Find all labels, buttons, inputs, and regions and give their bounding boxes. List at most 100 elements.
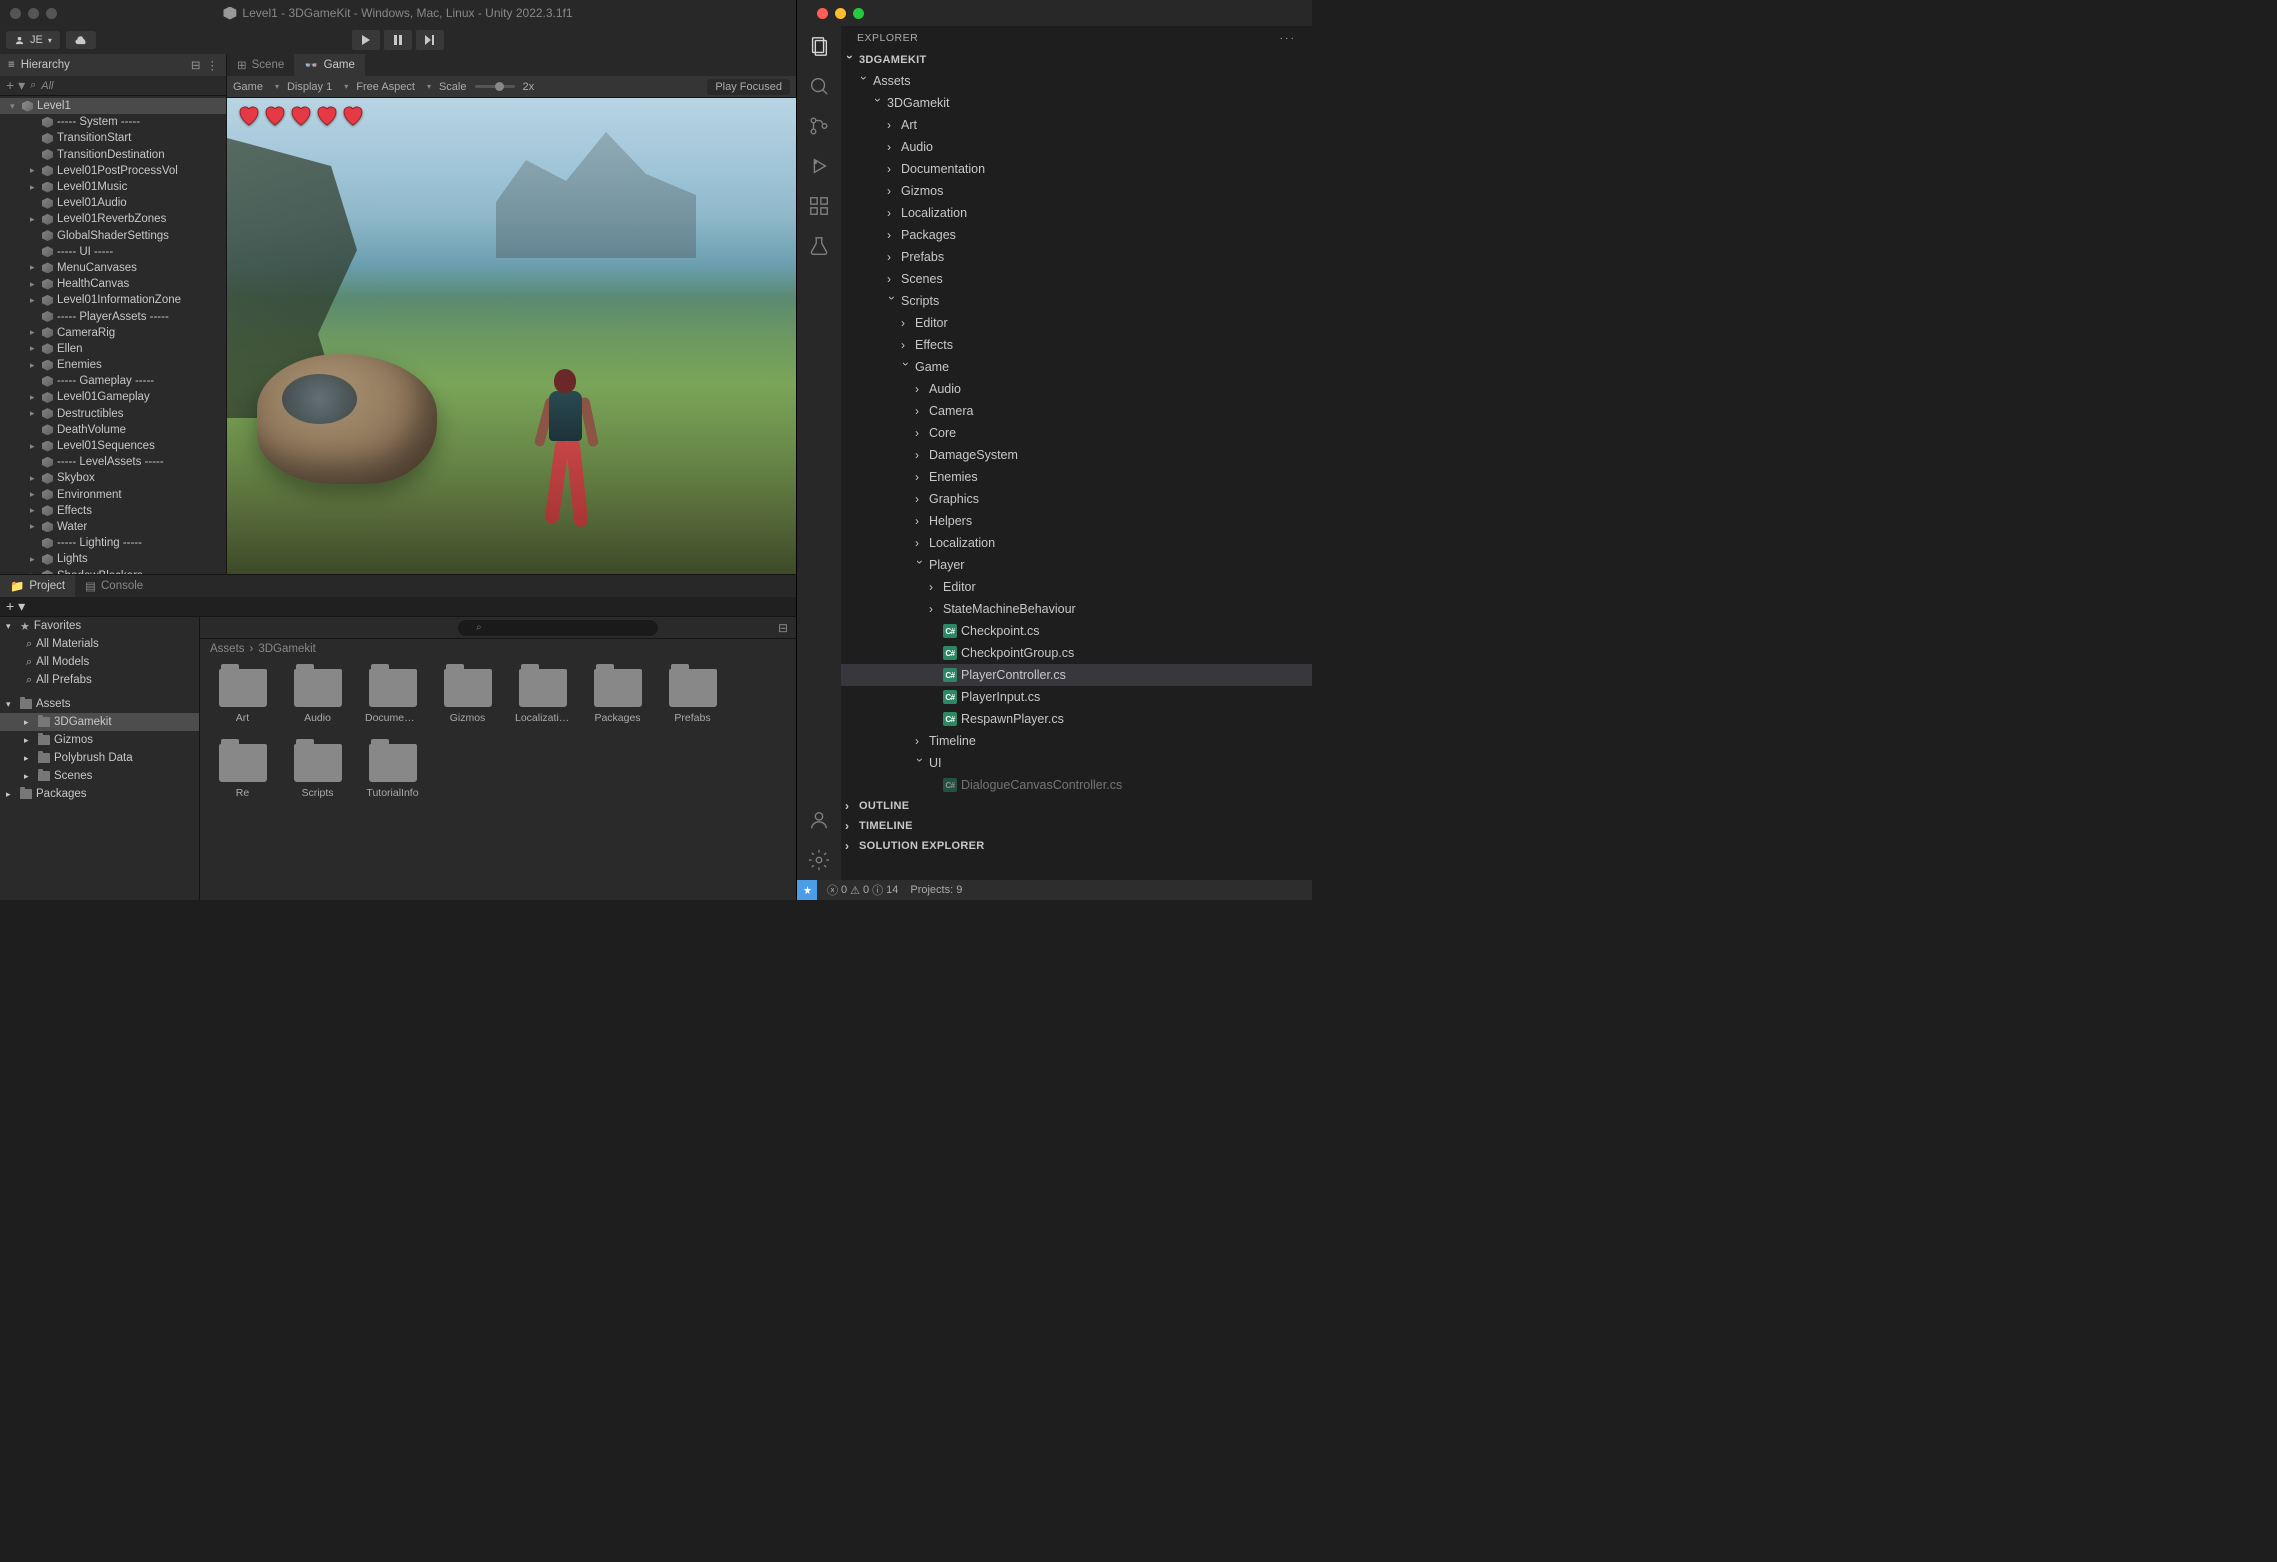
hierarchy-item[interactable]: ----- System ----- [0,114,226,130]
hierarchy-item[interactable]: Level01ReverbZones [0,211,226,227]
hierarchy-item[interactable]: Level01Gameplay [0,389,226,405]
project-tree-item[interactable]: ⌕ All Prefabs [0,671,199,689]
folder-item[interactable]: Scenes [841,268,1312,290]
folder-item[interactable]: TutorialInfo [365,744,420,799]
maximize-button[interactable] [853,8,864,19]
timeline-section-header[interactable]: TIMELINE [841,816,1312,836]
project-tree-item[interactable]: ▸ Scenes [0,767,199,785]
folder-item[interactable]: Game [841,356,1312,378]
hierarchy-item[interactable]: Level01InformationZone [0,292,226,308]
project-tree-item[interactable]: ▸ Gizmos [0,731,199,749]
hierarchy-item[interactable]: HealthCanvas [0,276,226,292]
account-button[interactable]: JE ▾ [6,31,60,49]
hierarchy-item[interactable]: ----- UI ----- [0,244,226,260]
pause-button[interactable] [384,30,412,50]
folder-item[interactable]: Art [841,114,1312,136]
hierarchy-item[interactable]: Level01PostProcessVol [0,163,226,179]
folder-item[interactable]: Gizmos [841,180,1312,202]
more-actions-icon[interactable]: ··· [1280,32,1297,44]
project-tab[interactable]: 📁Project [0,575,75,597]
grid-size-slider-icon[interactable]: ⊟ [778,621,788,635]
folder-item[interactable]: Localization [515,669,570,724]
project-section-header[interactable]: 3DGAMEKIT [841,50,1312,70]
folder-item[interactable]: Editor [841,576,1312,598]
settings-icon[interactable] [807,848,831,872]
folder-item[interactable]: Packages [590,669,645,724]
hierarchy-item[interactable]: Level01Sequences [0,438,226,454]
remote-indicator[interactable] [797,880,817,900]
file-item[interactable]: Checkpoint.cs [841,620,1312,642]
scale-slider[interactable] [475,85,515,88]
hierarchy-item[interactable]: Level01Music [0,179,226,195]
hierarchy-item[interactable]: DeathVolume [0,422,226,438]
hierarchy-item[interactable]: Effects [0,503,226,519]
play-button[interactable] [352,30,380,50]
project-tree-item[interactable]: ⌕ All Materials [0,635,199,653]
project-search-input[interactable] [458,620,658,636]
breadcrumb-segment[interactable]: 3DGamekit [258,643,316,655]
project-tree-item[interactable]: ⌕ All Models [0,653,199,671]
folder-item[interactable]: Graphics [841,488,1312,510]
unity-titlebar[interactable]: Level1 - 3DGameKit - Windows, Mac, Linux… [0,0,796,26]
folder-item[interactable]: Document... [365,669,420,724]
folder-item[interactable]: Editor [841,312,1312,334]
explorer-icon[interactable] [807,34,831,58]
hierarchy-list[interactable]: Level1----- System -----TransitionStartT… [0,96,226,574]
picker-icon[interactable]: ⊟ [191,58,201,72]
folder-item[interactable]: UI [841,752,1312,774]
project-grid[interactable]: ArtAudioDocument...GizmosLocalizationPac… [200,659,796,900]
debug-icon[interactable] [807,154,831,178]
hierarchy-item[interactable]: ----- Gameplay ----- [0,373,226,389]
folder-item[interactable]: Audio [841,136,1312,158]
hierarchy-item[interactable]: MenuCanvases [0,260,226,276]
problems-status[interactable]: ⓧ0 ⚠0 ⓘ14 [827,882,898,898]
outline-section-header[interactable]: OUTLINE [841,796,1312,816]
search-icon[interactable]: ⌕ [30,79,36,92]
projects-status[interactable]: Projects: 9 [910,884,962,896]
hierarchy-item[interactable]: Level01Audio [0,195,226,211]
scene-tab[interactable]: ⊞Scene [227,54,294,76]
maximize-button[interactable] [46,8,57,19]
project-tree-item[interactable]: ▸ Polybrush Data [0,749,199,767]
hierarchy-item[interactable]: Skybox [0,470,226,486]
console-tab[interactable]: ▤Console [75,575,153,597]
folder-item[interactable]: DamageSystem [841,444,1312,466]
project-tree-item[interactable]: ▸ Packages [0,785,199,803]
minimize-button[interactable] [835,8,846,19]
project-tree[interactable]: ▾★ Favorites⌕ All Materials⌕ All Models⌕… [0,617,200,900]
display-dropdown[interactable]: Display 1 [287,81,348,93]
folder-item[interactable]: Packages [841,224,1312,246]
game-view[interactable] [227,98,796,574]
cloud-button[interactable] [66,31,96,49]
folder-item[interactable]: Camera [841,400,1312,422]
folder-item[interactable]: Audio [841,378,1312,400]
folder-item[interactable]: Gizmos [440,669,495,724]
create-dropdown[interactable]: + ▾ [6,77,25,94]
folder-item[interactable]: Helpers [841,510,1312,532]
folder-item[interactable]: Localization [841,532,1312,554]
file-item[interactable]: CheckpointGroup.cs [841,642,1312,664]
aspect-dropdown[interactable]: Free Aspect [356,81,431,93]
file-item[interactable]: DialogueCanvasController.cs [841,774,1312,796]
step-button[interactable] [416,30,444,50]
project-tree-item[interactable]: ▾★ Favorites [0,617,199,635]
file-item[interactable]: RespawnPlayer.cs [841,708,1312,730]
game-dropdown[interactable]: Game [233,81,279,93]
folder-item[interactable]: Audio [290,669,345,724]
folder-item[interactable]: Enemies [841,466,1312,488]
folder-item[interactable]: Player [841,554,1312,576]
hierarchy-item[interactable]: Environment [0,487,226,503]
close-button[interactable] [10,8,21,19]
folder-item[interactable]: Timeline [841,730,1312,752]
hierarchy-item[interactable]: ----- Lighting ----- [0,535,226,551]
folder-item[interactable]: Re [215,744,270,799]
account-icon[interactable] [807,808,831,832]
close-button[interactable] [817,8,828,19]
folder-item[interactable]: Effects [841,334,1312,356]
breadcrumb[interactable]: Assets›3DGamekit [200,639,796,659]
folder-item[interactable]: Prefabs [841,246,1312,268]
folder-item[interactable]: Core [841,422,1312,444]
folder-item[interactable]: StateMachineBehaviour [841,598,1312,620]
source-control-icon[interactable] [807,114,831,138]
vscode-titlebar[interactable] [797,0,1312,26]
